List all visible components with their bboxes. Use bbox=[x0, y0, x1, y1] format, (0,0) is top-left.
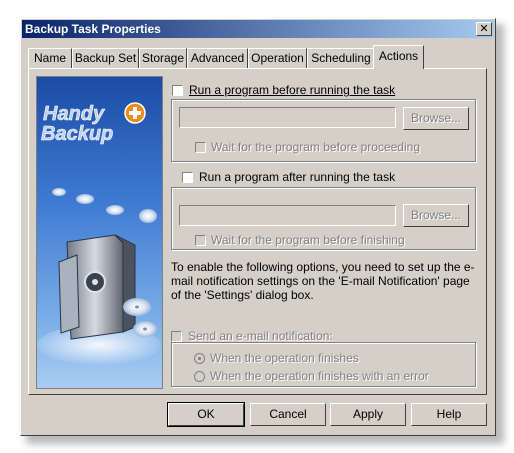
close-button[interactable]: ✕ bbox=[476, 22, 492, 36]
after-path-input[interactable] bbox=[179, 205, 396, 226]
run-after-label[interactable]: Run a program after running the task bbox=[199, 170, 395, 184]
run-before-label[interactable]: Run a program before running the task bbox=[189, 83, 395, 97]
email-option-error-label[interactable]: When the operation finishes with an erro… bbox=[210, 369, 429, 383]
send-email-label[interactable]: Send an e-mail notification: bbox=[188, 329, 333, 343]
tab-label: Backup Set bbox=[74, 51, 137, 65]
radio-dot bbox=[198, 357, 201, 360]
tab-actions[interactable]: Actions bbox=[373, 45, 424, 69]
actions-panel: Handy Backup Run a program before runnin… bbox=[28, 68, 487, 395]
close-icon: ✕ bbox=[479, 23, 489, 35]
email-info-text: To enable the following options, you nee… bbox=[171, 260, 475, 302]
handy-backup-logo: Handy Backup bbox=[37, 102, 161, 365]
tab-name[interactable]: Name bbox=[28, 48, 72, 68]
after-browse-button[interactable]: Browse... bbox=[403, 204, 469, 227]
before-wait-checkbox[interactable] bbox=[195, 142, 206, 153]
send-email-checkbox[interactable] bbox=[171, 331, 182, 342]
before-browse-button[interactable]: Browse... bbox=[403, 107, 469, 130]
after-wait-checkbox[interactable] bbox=[195, 235, 206, 246]
dialog-window: Backup Task Properties ✕ Name Backup Set… bbox=[20, 18, 496, 436]
tab-scheduling[interactable]: Scheduling bbox=[307, 48, 375, 68]
ok-label: OK bbox=[197, 407, 215, 421]
email-option-finish-radio[interactable] bbox=[194, 353, 205, 364]
handy-backup-artwork: Handy Backup bbox=[36, 76, 163, 389]
before-wait-label[interactable]: Wait for the program before proceeding bbox=[211, 140, 420, 154]
svg-text:Backup: Backup bbox=[41, 123, 113, 145]
apply-button[interactable]: Apply bbox=[330, 403, 406, 426]
help-label: Help bbox=[436, 407, 462, 421]
svg-text:Handy: Handy bbox=[43, 103, 105, 125]
tab-backup-set[interactable]: Backup Set bbox=[72, 48, 139, 68]
run-after-text: Run a program after running the task bbox=[199, 170, 396, 184]
title-bar[interactable]: Backup Task Properties ✕ bbox=[22, 20, 494, 38]
tab-operation[interactable]: Operation bbox=[248, 48, 307, 68]
tab-storage[interactable]: Storage bbox=[139, 48, 187, 68]
cancel-label: Cancel bbox=[269, 407, 307, 421]
browse-label: Browse... bbox=[410, 208, 461, 222]
run-before-text: Run a program before running the task bbox=[189, 83, 396, 97]
email-option-finish-label[interactable]: When the operation finishes bbox=[210, 351, 359, 365]
run-after-checkbox[interactable] bbox=[182, 172, 193, 183]
tab-label: Operation bbox=[251, 51, 304, 65]
tab-advanced[interactable]: Advanced bbox=[187, 48, 248, 68]
apply-label: Apply bbox=[352, 407, 384, 421]
ok-button[interactable]: OK bbox=[167, 402, 245, 427]
run-before-checkbox[interactable] bbox=[172, 85, 183, 96]
email-option-error-radio[interactable] bbox=[194, 371, 205, 382]
tab-label: Name bbox=[33, 51, 66, 65]
browse-label: Browse... bbox=[410, 111, 461, 125]
after-wait-label[interactable]: Wait for the program before finishing bbox=[211, 233, 405, 247]
tab-label: Storage bbox=[141, 51, 185, 65]
help-button[interactable]: Help bbox=[411, 403, 487, 426]
before-path-input[interactable] bbox=[179, 107, 396, 128]
cancel-button[interactable]: Cancel bbox=[250, 403, 326, 426]
tab-label: Actions bbox=[378, 49, 419, 63]
window-title: Backup Task Properties bbox=[25, 22, 161, 36]
tab-label: Advanced bbox=[190, 51, 245, 65]
tab-label: Scheduling bbox=[311, 51, 371, 65]
